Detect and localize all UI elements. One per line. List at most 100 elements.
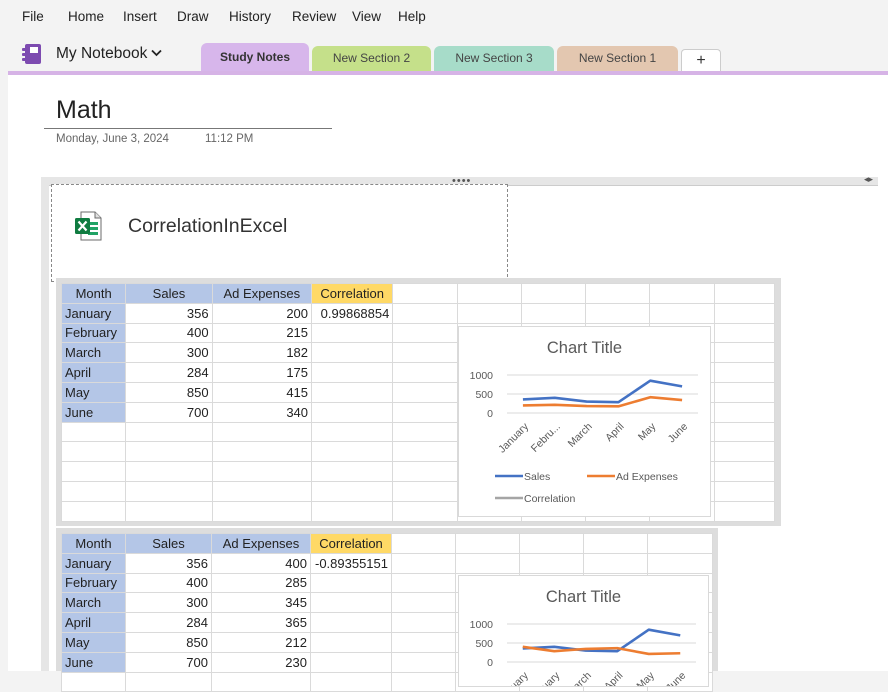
column-header[interactable]: Ad Expenses: [211, 283, 313, 304]
sheet-cell[interactable]: [585, 283, 651, 304]
tab-new-section-2[interactable]: New Section 2: [312, 46, 431, 71]
column-header[interactable]: Ad Expenses: [211, 533, 311, 554]
sheet-cell[interactable]: [713, 362, 776, 383]
menu-history[interactable]: History: [229, 9, 271, 24]
sheet-cell[interactable]: [310, 572, 392, 594]
sheet-cell[interactable]: [713, 461, 776, 482]
column-header[interactable]: Sales: [125, 283, 213, 304]
line-chart-2[interactable]: Chart Title 10005000JanuaryFebruaryMarch…: [458, 575, 709, 687]
sheet-cell[interactable]: 356: [125, 552, 212, 574]
column-header[interactable]: Correlation: [311, 283, 394, 304]
sheet-cell[interactable]: [392, 322, 458, 344]
column-header[interactable]: Correlation: [310, 533, 392, 554]
sheet-cell[interactable]: January: [61, 552, 126, 574]
tab-study-notes[interactable]: Study Notes: [201, 43, 309, 71]
sheet-cell[interactable]: [713, 421, 776, 443]
sheet-cell[interactable]: 400: [211, 552, 311, 574]
sheet-cell[interactable]: March: [60, 342, 127, 364]
sheet-cell[interactable]: [211, 671, 311, 692]
sheet-cell[interactable]: [649, 283, 715, 304]
sheet-cell[interactable]: [125, 461, 213, 482]
tab-new-section-3[interactable]: New Section 3: [434, 46, 554, 71]
sheet-cell[interactable]: [713, 283, 776, 304]
line-chart-1[interactable]: Chart Title 1000 500 0 January Febru... March…: [458, 326, 711, 517]
sheet-cell[interactable]: [392, 342, 458, 364]
sheet-cell[interactable]: [311, 480, 394, 502]
sheet-cell[interactable]: 415: [211, 381, 313, 403]
sheet-cell[interactable]: 284: [125, 362, 213, 383]
sheet-cell[interactable]: [583, 552, 648, 574]
sheet-cell[interactable]: [125, 500, 213, 522]
sheet-cell[interactable]: [311, 500, 394, 522]
page-title[interactable]: Math: [56, 96, 112, 125]
menu-review[interactable]: Review: [292, 9, 336, 24]
sheet-cell[interactable]: [713, 480, 776, 502]
sheet-cell[interactable]: January: [60, 302, 127, 324]
sheet-cell[interactable]: [60, 421, 127, 443]
sheet-cell[interactable]: [391, 572, 456, 594]
sheet-cell[interactable]: [211, 480, 313, 502]
sheet-cell[interactable]: 300: [125, 342, 213, 364]
sheet-cell[interactable]: 212: [211, 631, 311, 653]
notebook-name[interactable]: My Notebook: [56, 45, 147, 63]
sheet-cell[interactable]: [583, 533, 648, 554]
sheet-cell[interactable]: 700: [125, 401, 213, 423]
sheet-cell[interactable]: April: [61, 612, 126, 633]
sheet-cell[interactable]: 215: [211, 322, 313, 344]
sheet-cell[interactable]: June: [60, 401, 127, 423]
sheet-cell[interactable]: [713, 381, 776, 403]
sheet-cell[interactable]: 850: [125, 631, 212, 653]
sheet-cell[interactable]: [391, 552, 456, 574]
sheet-cell[interactable]: [125, 441, 213, 463]
sheet-cell[interactable]: [391, 651, 456, 673]
sheet-cell[interactable]: [713, 342, 776, 364]
sheet-cell[interactable]: [391, 592, 456, 614]
sheet-cell[interactable]: [392, 381, 458, 403]
sheet-cell[interactable]: 400: [125, 322, 213, 344]
sheet-cell[interactable]: [311, 441, 394, 463]
resize-arrows-icon[interactable]: ◂▸: [864, 174, 873, 185]
sheet-cell[interactable]: [60, 441, 127, 463]
sheet-cell[interactable]: [61, 671, 126, 692]
sheet-cell[interactable]: [713, 441, 776, 463]
sheet-cell[interactable]: [310, 612, 392, 633]
sheet-cell[interactable]: [311, 381, 394, 403]
sheet-cell[interactable]: [713, 322, 776, 344]
sheet-cell[interactable]: May: [60, 381, 127, 403]
sheet-cell[interactable]: [392, 362, 458, 383]
sheet-cell[interactable]: [392, 302, 458, 324]
sheet-cell[interactable]: [392, 421, 458, 443]
sheet-cell[interactable]: [647, 552, 713, 574]
excel-file-icon[interactable]: [74, 211, 102, 241]
sheet-cell[interactable]: 345: [211, 592, 311, 614]
sheet-cell[interactable]: [391, 631, 456, 653]
menu-view[interactable]: View: [352, 9, 381, 24]
menu-insert[interactable]: Insert: [123, 9, 157, 24]
sheet-cell[interactable]: [310, 671, 392, 692]
sheet-cell[interactable]: [456, 283, 522, 304]
sheet-cell[interactable]: [392, 401, 458, 423]
sheet-cell[interactable]: 230: [211, 651, 311, 673]
sheet-cell[interactable]: 200: [211, 302, 313, 324]
sheet-cell[interactable]: [392, 441, 458, 463]
sheet-cell[interactable]: [713, 500, 776, 522]
sheet-cell[interactable]: [713, 401, 776, 423]
sheet-cell[interactable]: February: [61, 572, 126, 594]
sheet-cell[interactable]: [391, 671, 456, 692]
sheet-cell[interactable]: [392, 283, 458, 304]
sheet-cell[interactable]: 284: [125, 612, 212, 633]
sheet-cell[interactable]: [311, 362, 394, 383]
sheet-cell[interactable]: [649, 302, 715, 324]
tab-new-section-1[interactable]: New Section 1: [557, 46, 678, 71]
sheet-cell[interactable]: [456, 302, 522, 324]
sheet-cell[interactable]: [311, 401, 394, 423]
sheet-cell[interactable]: April: [60, 362, 127, 383]
sheet-cell[interactable]: 365: [211, 612, 311, 633]
sheet-cell[interactable]: 356: [125, 302, 213, 324]
sheet-cell[interactable]: [392, 500, 458, 522]
sheet-cell[interactable]: [60, 480, 127, 502]
column-header[interactable]: Month: [61, 533, 126, 554]
sheet-cell[interactable]: [60, 500, 127, 522]
sheet-cell[interactable]: -0.89355151: [310, 552, 392, 574]
sheet-cell[interactable]: [455, 533, 520, 554]
